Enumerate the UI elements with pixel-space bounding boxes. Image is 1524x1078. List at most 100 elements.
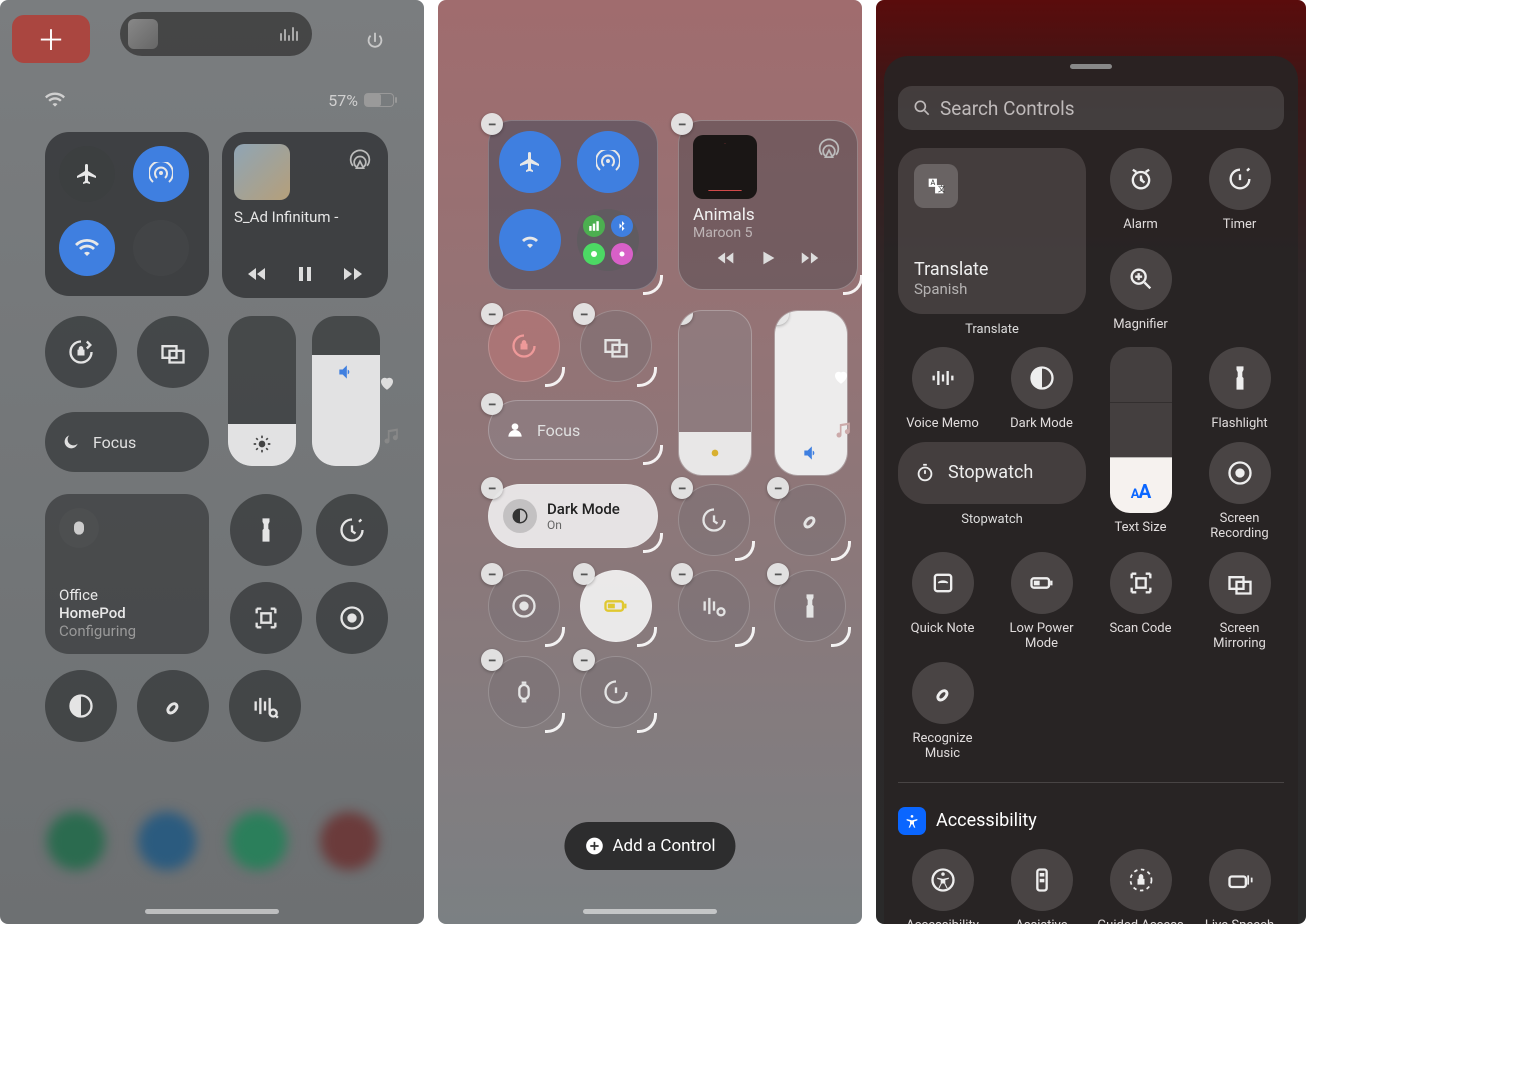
assistive-access-control[interactable]: Assistive Access	[997, 849, 1086, 924]
quick-note-control[interactable]: Quick Note	[898, 552, 987, 637]
resize-handle-icon[interactable]	[735, 627, 755, 647]
focus-button-edit[interactable]: − Focus	[488, 400, 658, 460]
live-speech-control[interactable]: Live Speech	[1195, 849, 1284, 924]
forward-icon[interactable]	[341, 262, 365, 286]
timer-edit[interactable]: −	[678, 484, 750, 556]
resize-handle-icon[interactable]	[637, 367, 657, 387]
dark-mode-toggle[interactable]	[45, 670, 117, 742]
remove-icon[interactable]: −	[671, 477, 693, 499]
remove-icon[interactable]: −	[671, 113, 693, 135]
guided-access-control[interactable]: Guided Access	[1096, 849, 1185, 924]
now-playing-tile[interactable]: S_Ad Infinitum -	[222, 132, 388, 298]
remove-icon[interactable]: −	[678, 310, 693, 325]
dynamic-island[interactable]	[120, 12, 312, 56]
resize-handle-icon[interactable]	[545, 627, 565, 647]
volume-slider-edit[interactable]: −	[774, 310, 848, 476]
flashlight-button[interactable]	[230, 494, 302, 566]
airplay-icon[interactable]	[815, 135, 843, 163]
brightness-slider-edit[interactable]: −	[678, 310, 752, 476]
remove-icon[interactable]: −	[481, 563, 503, 585]
resize-handle-icon[interactable]	[831, 627, 851, 647]
wifi-toggle[interactable]	[499, 209, 561, 271]
qr-scan-button[interactable]	[230, 582, 302, 654]
wifi-toggle[interactable]	[59, 220, 115, 276]
add-button[interactable]: ＋	[12, 15, 90, 63]
shazam-button[interactable]	[137, 670, 209, 742]
scan-code-control[interactable]: Scan Code	[1096, 552, 1185, 637]
favorite-icon[interactable]	[832, 368, 850, 386]
resize-handle-icon[interactable]	[643, 533, 663, 553]
magnifier-control[interactable]: Magnifier	[1096, 248, 1185, 333]
home-indicator[interactable]	[145, 909, 279, 914]
timer-control[interactable]: Timer	[1195, 148, 1284, 233]
brightness-slider[interactable]	[228, 316, 296, 466]
rewind-icon[interactable]	[245, 262, 269, 286]
add-control-button[interactable]: Add a Control	[564, 822, 735, 870]
remove-icon[interactable]: −	[767, 563, 789, 585]
pause-icon[interactable]	[293, 262, 317, 286]
text-size-control[interactable]: AA Text Size	[1096, 347, 1185, 536]
remove-icon[interactable]: −	[573, 303, 595, 325]
screen-recording-control[interactable]: Screen Recording	[1195, 442, 1284, 542]
dark-mode-control[interactable]: Dark Mode	[997, 347, 1086, 432]
airplane-mode-toggle[interactable]	[59, 146, 115, 202]
sheet-grabber[interactable]	[1070, 64, 1112, 69]
remove-icon[interactable]: −	[481, 477, 503, 499]
remove-icon[interactable]: −	[481, 649, 503, 671]
remove-icon[interactable]: −	[573, 649, 595, 671]
power-icon[interactable]	[364, 30, 386, 52]
now-playing-tile-editable[interactable]: − Animals Maroon 5	[678, 120, 858, 290]
resize-handle-icon[interactable]	[545, 367, 565, 387]
dark-mode-tile-edit[interactable]: − Dark ModeOn	[488, 484, 658, 548]
rewind-icon[interactable]	[715, 247, 737, 269]
remove-icon[interactable]: −	[767, 477, 789, 499]
remove-icon[interactable]: −	[481, 113, 503, 135]
screen-mirroring-button[interactable]	[137, 316, 209, 388]
sound-recognition-button[interactable]	[229, 670, 301, 742]
airdrop-toggle[interactable]	[133, 146, 189, 202]
airplay-icon[interactable]	[346, 146, 374, 174]
search-input[interactable]: Search Controls	[898, 86, 1284, 130]
resize-handle-icon[interactable]	[637, 713, 657, 733]
remove-icon[interactable]: −	[481, 393, 503, 415]
cellular-bluetooth-group[interactable]	[133, 220, 189, 276]
alarm-control[interactable]: Alarm	[1096, 148, 1185, 233]
sound-recognition-edit[interactable]: −	[678, 570, 750, 642]
remove-icon[interactable]: −	[671, 563, 693, 585]
resize-handle-icon[interactable]	[843, 275, 862, 295]
resize-handle-icon[interactable]	[831, 541, 851, 561]
resize-handle-icon[interactable]	[735, 541, 755, 561]
more-connectivity-icon[interactable]	[577, 209, 639, 271]
low-power-edit[interactable]: −	[580, 570, 652, 642]
timer-button[interactable]	[316, 494, 388, 566]
low-power-control[interactable]: Low Power Mode	[997, 552, 1086, 652]
shazam-edit[interactable]: −	[774, 484, 846, 556]
homepod-tile[interactable]: Office HomePod Configuring	[45, 494, 209, 654]
forward-icon[interactable]	[799, 247, 821, 269]
resize-handle-icon[interactable]	[545, 713, 565, 733]
accessibility-shortcuts-control[interactable]: Accessibility Shortcuts	[898, 849, 987, 924]
focus-button[interactable]: Focus	[45, 412, 209, 472]
apple-watch-edit[interactable]: −	[488, 656, 560, 728]
remove-icon[interactable]: −	[481, 303, 503, 325]
home-indicator[interactable]	[583, 909, 717, 914]
screen-mirroring-edit[interactable]: −	[580, 310, 652, 382]
flashlight-control[interactable]: Flashlight	[1195, 347, 1284, 432]
screen-mirroring-control[interactable]: Screen Mirroring	[1195, 552, 1284, 652]
stopwatch-edit[interactable]: −	[580, 656, 652, 728]
recognize-music-control[interactable]: Recognize Music	[898, 662, 987, 762]
flashlight-edit[interactable]: −	[774, 570, 846, 642]
airdrop-toggle[interactable]	[577, 131, 639, 193]
remove-icon[interactable]: −	[573, 563, 595, 585]
screen-record-edit[interactable]: −	[488, 570, 560, 642]
translate-tile[interactable]: A文 Translate Spanish	[898, 148, 1086, 314]
screen-record-button[interactable]	[316, 582, 388, 654]
orientation-lock-toggle-edit[interactable]: −	[488, 310, 560, 382]
resize-handle-icon[interactable]	[643, 445, 663, 465]
play-icon[interactable]	[757, 247, 779, 269]
resize-handle-icon[interactable]	[637, 627, 657, 647]
airplane-mode-toggle[interactable]	[499, 131, 561, 193]
stopwatch-tile[interactable]: Stopwatch	[898, 442, 1086, 504]
volume-slider[interactable]	[312, 316, 380, 466]
favorite-icon[interactable]	[378, 374, 396, 392]
